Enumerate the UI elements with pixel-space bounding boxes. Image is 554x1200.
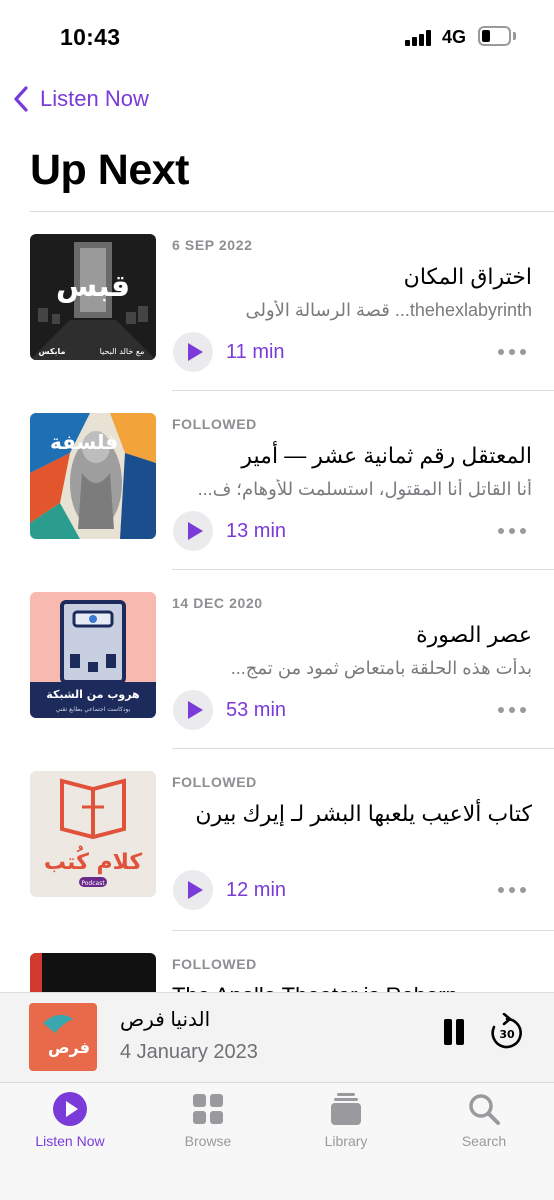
episode-row[interactable]: هروب من الشبكة بودكاست اجتماعي بطابع تقن… bbox=[0, 570, 554, 749]
more-options-icon[interactable] bbox=[498, 526, 526, 536]
battery-tip bbox=[513, 32, 516, 40]
episode-row[interactable]: قبس مع خالد البحيا مابكس 6 SEP 2022 اختر… bbox=[0, 212, 554, 391]
skip-seconds-label: 30 bbox=[499, 1028, 515, 1041]
svg-text:فرص: فرص bbox=[48, 1038, 90, 1057]
skip-forward-30-icon: 30 bbox=[491, 1012, 522, 1049]
episode-followed-label: FOLLOWED bbox=[172, 956, 257, 972]
episode-title[interactable]: The Apollo Theater is Reborn bbox=[172, 979, 532, 992]
kalam-artwork-badge: Podcast bbox=[81, 880, 105, 887]
episode-description: أنا القاتل أنا المقتول، استسلمت للأوهام؛… bbox=[197, 479, 532, 499]
shabaka-artwork-subtitle: بودكاست اجتماعي بطابع تقني bbox=[56, 706, 131, 713]
play-button[interactable] bbox=[173, 690, 213, 730]
play-button[interactable] bbox=[173, 332, 213, 372]
episode-description: بدأت هذه الحلقة بامتعاض ثمود من تمج... bbox=[230, 658, 532, 678]
qabas-artwork-title: قبس bbox=[56, 269, 130, 304]
tab-listen-now[interactable]: Listen Now bbox=[10, 1091, 130, 1149]
tab-label: Search bbox=[461, 1133, 507, 1149]
grid-icon bbox=[193, 1094, 223, 1124]
falsafa-podcast-artwork[interactable]: فلسفة bbox=[30, 413, 156, 539]
play-circle-icon bbox=[53, 1092, 87, 1126]
more-options-icon[interactable] bbox=[498, 705, 526, 715]
more-options-icon[interactable] bbox=[498, 885, 526, 895]
network-type: 4G bbox=[442, 27, 467, 47]
battery-icon bbox=[478, 26, 511, 46]
chevron-left-icon bbox=[14, 86, 28, 112]
tab-label: Listen Now bbox=[35, 1133, 105, 1149]
tab-search[interactable]: Search bbox=[424, 1091, 544, 1149]
episode-title[interactable]: المعتقل رقم ثمانية عشر — أمير bbox=[172, 439, 532, 473]
episode-duration: 11 min bbox=[226, 341, 285, 363]
episode-description: thehexlabyrinth... قصة الرسالة الأولى bbox=[245, 300, 532, 320]
mini-player[interactable]: فرص الدنيا فرص 4 January 2023 30 bbox=[0, 992, 554, 1082]
episode-followed-label: FOLLOWED bbox=[172, 774, 257, 790]
tab-label: Library bbox=[324, 1133, 368, 1149]
kalam-kutub-artwork[interactable]: كلام كُتب Podcast bbox=[30, 771, 156, 897]
cellular-signal-icon bbox=[405, 30, 435, 46]
kalam-artwork-title: كلام كُتب bbox=[44, 845, 143, 875]
episode-date: 6 SEP 2022 bbox=[172, 237, 253, 253]
episode-duration: 53 min bbox=[226, 699, 287, 721]
episode-followed-label: FOLLOWED bbox=[172, 416, 257, 432]
episode-title[interactable]: اختراق المكان bbox=[172, 260, 532, 294]
now-playing-date: 4 January 2023 bbox=[120, 1041, 258, 1063]
apollo-artwork[interactable] bbox=[30, 953, 156, 992]
tab-bar: Listen Now Browse Library Search bbox=[0, 1082, 554, 1200]
shabaka-artwork-title: هروب من الشبكة bbox=[46, 688, 139, 701]
play-button[interactable] bbox=[173, 870, 213, 910]
skip-forward-button[interactable]: 30 bbox=[489, 1012, 525, 1051]
tab-browse[interactable]: Browse bbox=[148, 1091, 268, 1149]
back-button[interactable]: Listen Now bbox=[12, 82, 149, 116]
episode-duration: 13 min bbox=[226, 520, 287, 542]
back-button-label: Listen Now bbox=[40, 86, 149, 111]
svg-text:فلسفة: فلسفة bbox=[50, 430, 118, 454]
qabas-artwork-brand: مابكس bbox=[39, 347, 66, 357]
magnifying-glass-icon bbox=[469, 1094, 500, 1125]
up-next-list[interactable]: قبس مع خالد البحيا مابكس 6 SEP 2022 اختر… bbox=[0, 212, 554, 992]
now-playing-title[interactable]: الدنيا فرص bbox=[120, 1007, 210, 1032]
qabas-podcast-artwork[interactable]: قبس مع خالد البحيا مابكس bbox=[30, 234, 156, 360]
qabas-artwork-host: مع خالد البحيا bbox=[100, 347, 145, 356]
play-button[interactable] bbox=[173, 511, 213, 551]
episode-row[interactable]: فلسفة FOLLOWED المعتقل رقم ثمانية عشر — … bbox=[0, 391, 554, 570]
episode-date: 14 DEC 2020 bbox=[172, 595, 263, 611]
more-options-icon[interactable] bbox=[498, 347, 526, 357]
hroob-min-alshabaka-artwork[interactable]: هروب من الشبكة بودكاست اجتماعي بطابع تقن… bbox=[30, 592, 156, 718]
tab-library[interactable]: Library bbox=[286, 1091, 406, 1149]
episode-title[interactable]: كتاب ألاعيب يلعبها البشر لـ إيرك بيرن bbox=[172, 797, 532, 877]
episode-title[interactable]: عصر الصورة bbox=[172, 618, 532, 652]
status-time: 10:43 bbox=[60, 24, 121, 50]
now-playing-artwork[interactable]: فرص bbox=[29, 1003, 97, 1071]
episode-row[interactable]: FOLLOWED The Apollo Theater is Reborn bbox=[0, 931, 554, 992]
tab-label: Browse bbox=[184, 1133, 232, 1149]
page-title: Up Next bbox=[30, 146, 189, 194]
episode-row[interactable]: كلام كُتب Podcast FOLLOWED كتاب ألاعيب ي… bbox=[0, 749, 554, 931]
status-bar: 10:43 4G bbox=[0, 0, 554, 74]
stack-icon bbox=[331, 1093, 361, 1125]
episode-duration: 12 min bbox=[226, 879, 287, 901]
pause-button[interactable] bbox=[442, 1019, 466, 1045]
